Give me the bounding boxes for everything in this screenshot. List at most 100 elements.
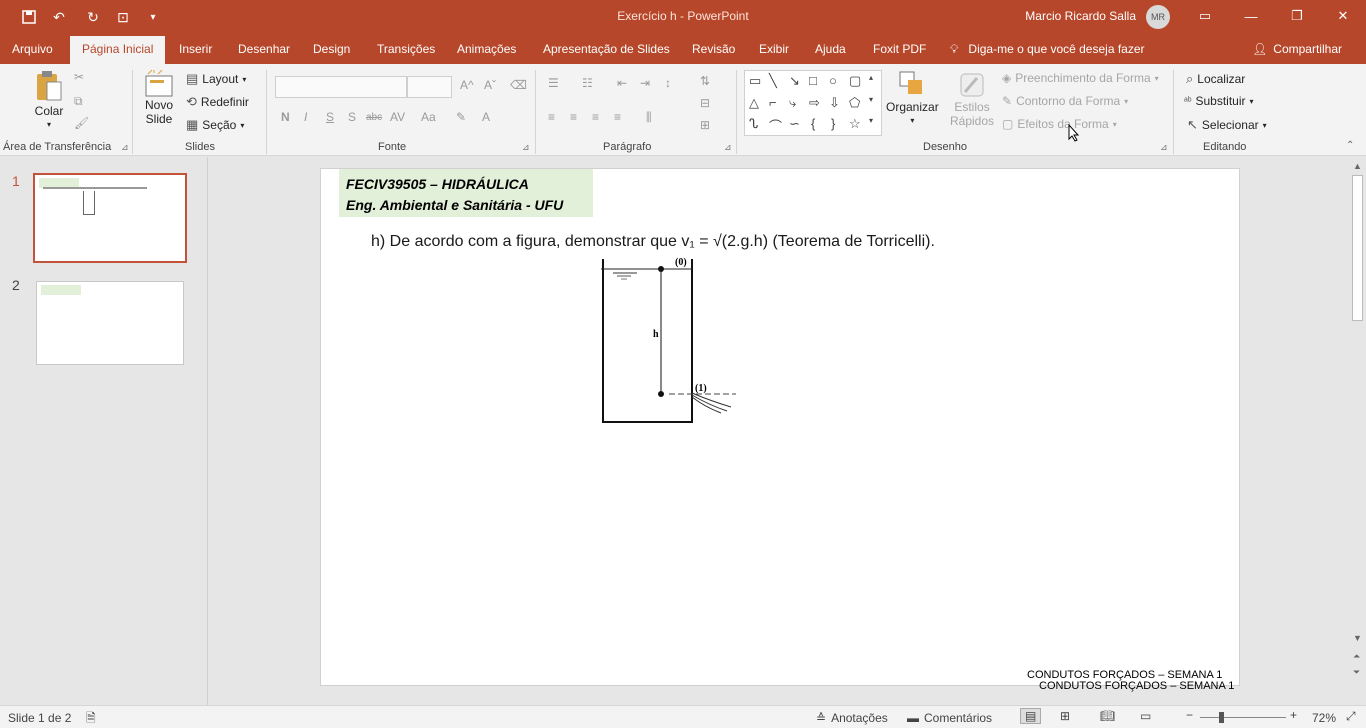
align-text-icon[interactable]: ⊟ — [700, 96, 710, 110]
strikethrough-icon[interactable]: abc — [366, 112, 382, 123]
arc-shape-icon[interactable]: ⌒ — [769, 116, 782, 135]
restore-icon[interactable]: ❐ — [1274, 0, 1320, 32]
numbering-icon[interactable]: ☷ — [582, 76, 593, 90]
zoom-slider-thumb[interactable] — [1219, 712, 1224, 723]
tab-design[interactable]: Design — [313, 42, 350, 56]
slide-thumbnail-2[interactable] — [36, 281, 184, 365]
connector-shape-icon[interactable]: ⌐ — [769, 95, 777, 110]
tab-foxit-pdf[interactable]: Foxit PDF — [873, 42, 926, 56]
dialog-launcher-icon[interactable]: ⊿ — [724, 142, 732, 153]
triangle-shape-icon[interactable]: △ — [749, 95, 759, 111]
shadow-icon[interactable]: S — [348, 110, 356, 124]
slideshow-icon[interactable]: ▭ — [1140, 709, 1151, 723]
dialog-launcher-icon[interactable]: ⊿ — [522, 142, 530, 153]
highlight-icon[interactable]: ✎ — [456, 110, 466, 124]
undo-icon[interactable]: ↶ — [48, 7, 70, 27]
zoom-in-icon[interactable]: + — [1290, 708, 1297, 722]
tab-inserir[interactable]: Inserir — [179, 42, 212, 56]
slide-canvas[interactable]: FECIV39505 – HIDRÁULICA Eng. Ambiental e… — [320, 168, 1240, 692]
vertical-scrollbar[interactable]: ▲ ▼ ⏶ ⏷ — [1350, 157, 1366, 705]
reading-view-icon[interactable]: 📖︎ — [1100, 709, 1115, 723]
customize-icon[interactable]: ▾ — [142, 7, 164, 27]
oval-shape-icon[interactable]: ○ — [829, 73, 837, 88]
replace-button[interactable]: ᵃᵇ Substituir ▾ — [1184, 94, 1254, 108]
bullets-icon[interactable]: ☰ — [548, 76, 559, 90]
text-direction-icon[interactable]: ⇅ — [700, 74, 710, 88]
more-shapes-icon[interactable]: ▾ — [869, 116, 873, 125]
line-spacing-icon[interactable]: ↕ — [665, 76, 671, 90]
tab-revisao[interactable]: Revisão — [692, 42, 735, 56]
comments-button[interactable]: ▬ Comentários — [907, 711, 992, 725]
footer-text-duplicate[interactable]: CONDUTOS FORÇADOS – SEMANA 1 — [1039, 680, 1234, 692]
copy-icon[interactable]: ⧉ — [74, 94, 83, 109]
char-spacing-icon[interactable]: AV — [390, 110, 405, 124]
curve-shape-icon[interactable]: ∽ — [789, 116, 800, 132]
star-shape-icon[interactable]: ☆ — [849, 116, 861, 132]
next-slide-icon[interactable]: ⏷ — [1353, 667, 1360, 678]
rectangle-shape-icon[interactable]: □ — [809, 73, 817, 88]
dialog-launcher-icon[interactable]: ⊿ — [121, 142, 129, 153]
font-color-icon[interactable]: A — [482, 110, 490, 124]
scroll-up-arrow-icon[interactable]: ▲ — [1353, 161, 1362, 171]
select-button[interactable]: ↖ Selecionar ▾ — [1187, 117, 1267, 133]
slide-sorter-icon[interactable]: ⊞ — [1060, 709, 1070, 723]
align-right-icon[interactable]: ≡ — [592, 110, 599, 124]
notes-button[interactable]: ≙ Anotações — [816, 711, 888, 725]
rounded-rect-shape-icon[interactable]: ▢ — [849, 73, 861, 89]
minimize-icon[interactable]: — — [1228, 0, 1274, 32]
tab-desenhar[interactable]: Desenhar — [238, 42, 290, 56]
columns-icon[interactable]: ⫼ — [646, 110, 652, 125]
shrink-font-icon[interactable]: Aˇ — [484, 78, 496, 92]
section-button[interactable]: ▦ Seção ▾ — [186, 117, 244, 133]
dialog-launcher-icon[interactable]: ⊿ — [1160, 142, 1168, 153]
close-icon[interactable]: ✕ — [1320, 0, 1366, 32]
tab-pagina-inicial[interactable]: Página Inicial — [70, 36, 166, 64]
tank-figure[interactable]: (0) h (1) — [591, 255, 741, 427]
align-left-icon[interactable]: ≡ — [548, 110, 555, 124]
new-slide-button[interactable]: Novo Slide — [144, 70, 174, 126]
zoom-level[interactable]: 72% — [1312, 711, 1336, 725]
user-name[interactable]: Marcio Ricardo Salla — [1025, 9, 1136, 23]
smartart-icon[interactable]: ⊞ — [700, 118, 710, 132]
right-arrow-shape-icon[interactable]: ⇨ — [809, 95, 820, 111]
find-button[interactable]: ⌕ Localizar — [1186, 71, 1245, 87]
fit-to-window-icon[interactable]: ⤢ — [1346, 709, 1356, 724]
arrow-line-shape-icon[interactable]: ↘ — [789, 73, 800, 89]
brace-left-shape-icon[interactable]: { — [811, 116, 815, 131]
shape-effects-button[interactable]: ▢ Efeitos da Forma ▾ — [1002, 117, 1117, 131]
zoom-slider[interactable] — [1200, 717, 1286, 718]
increase-indent-icon[interactable]: ⇥ — [640, 76, 650, 90]
italic-icon[interactable]: I — [304, 110, 307, 124]
down-arrow-shape-icon[interactable]: ⇩ — [829, 95, 840, 111]
normal-view-icon[interactable]: ▤ — [1020, 708, 1042, 724]
grow-font-icon[interactable]: A^ — [460, 78, 474, 92]
pentagon-shape-icon[interactable]: ⬠ — [849, 95, 860, 111]
bold-icon[interactable]: N — [281, 110, 290, 124]
change-case-icon[interactable]: Aa — [421, 110, 436, 124]
zoom-out-icon[interactable]: − — [1186, 708, 1193, 722]
justify-icon[interactable]: ≡ — [614, 110, 621, 124]
question-text[interactable]: h) De acordo com a figura, demonstrar qu… — [371, 233, 935, 251]
line-shape-icon[interactable]: ╲ — [769, 73, 777, 89]
scroll-down-icon[interactable]: ▾ — [869, 95, 873, 104]
avatar[interactable]: MR — [1146, 5, 1170, 29]
scroll-down-arrow-icon[interactable]: ▼ — [1353, 633, 1362, 643]
spellcheck-icon[interactable]: 🗎︎ — [86, 709, 96, 728]
elbow-shape-icon[interactable]: ⤷ — [789, 95, 796, 111]
arrange-button[interactable]: Organizar ▾ — [886, 70, 939, 125]
shapes-gallery[interactable]: ▭ ╲ ↘ □ ○ ▢ △ ⌐ ⤷ ⇨ ⇩ ⬠ ᔐ ⌒ ∽ { } ☆ ▴ ▾ … — [744, 70, 882, 136]
tab-transicoes[interactable]: Transições — [377, 42, 435, 56]
quick-styles-button[interactable]: Estilos Rápidos — [950, 70, 994, 128]
cut-icon[interactable]: ✂ — [74, 70, 84, 84]
save-icon[interactable] — [18, 7, 40, 27]
tab-apresentacao[interactable]: Apresentação de Slides — [543, 42, 670, 56]
paste-button[interactable]: Colar ▾ — [34, 70, 64, 129]
slide-header-box[interactable]: FECIV39505 – HIDRÁULICA Eng. Ambiental e… — [339, 169, 593, 217]
previous-slide-icon[interactable]: ⏶ — [1353, 651, 1360, 662]
layout-button[interactable]: ▤ Layout ▾ — [186, 71, 246, 87]
share-button[interactable]: 👤︎ Compartilhar — [1252, 42, 1342, 56]
shape-fill-button[interactable]: ◈ Preenchimento da Forma ▾ — [1002, 71, 1159, 85]
collapse-ribbon-icon[interactable]: ⌃ — [1346, 140, 1354, 151]
underline-icon[interactable]: S — [326, 110, 334, 124]
redo-icon[interactable]: ↻ — [82, 7, 104, 27]
